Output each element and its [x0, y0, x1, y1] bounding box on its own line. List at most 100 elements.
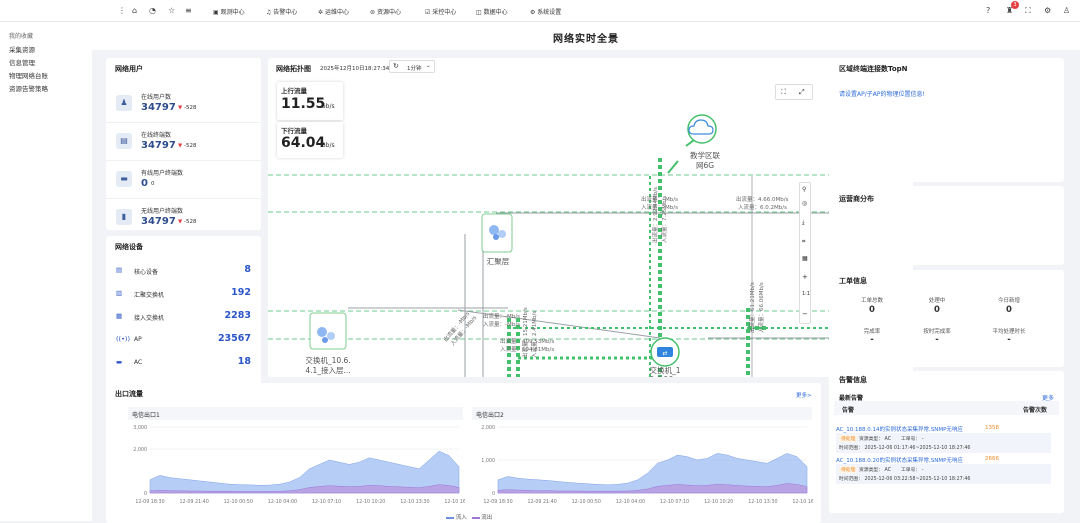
- sidebar-item-collect[interactable]: 采集资源: [9, 46, 92, 54]
- switch-node-1[interactable]: [309, 312, 347, 350]
- help-icon[interactable]: ?: [986, 6, 990, 15]
- alarm-ticket-no: 工单号： -: [901, 468, 924, 473]
- zoom-level: 1:1: [802, 291, 811, 297]
- sidebar-title: 我的收藏: [9, 33, 34, 40]
- nav-item-1[interactable]: ♫ 告警中心: [266, 7, 297, 16]
- svg-text:入流量：2.41Mb/s: 入流量：2.41Mb/s: [530, 311, 538, 358]
- more-vertical-icon[interactable]: ⋮: [118, 6, 126, 15]
- alarm-time-range: 时间范围： 2025-12-06 03:22:58~2025-12-10 18:…: [839, 477, 971, 482]
- search-icon[interactable]: ⚲: [802, 186, 806, 193]
- fullscreen-icon[interactable]: ⛶: [1025, 6, 1031, 16]
- device-row[interactable]: ▥ 汇聚交换机 192: [106, 282, 261, 304]
- nav-item-5[interactable]: ◫ 数据中心: [476, 7, 508, 16]
- alarm-text[interactable]: AC_10.188.0.20的实例状态采集异常,SNMP无响应: [836, 456, 963, 464]
- page-title: 网络实时全景: [553, 34, 619, 45]
- x-tick-label: 12-10 00:50: [572, 499, 601, 505]
- uplink-traffic-box: 上行流量 11.55 Gb/s: [277, 82, 343, 120]
- downlink-label: 下行流量: [281, 127, 307, 135]
- alarm-item[interactable]: AC_10.188.0.20的实例状态采集异常,SNMP无响应 2666 待处理…: [834, 456, 1054, 486]
- main-content: 网络实时全景 网络用户 ♟ 在线用户数 34797 ▼ -528 ▤ 在线终端数…: [92, 22, 1080, 523]
- ac-icon: ▬: [116, 358, 123, 366]
- nav-item-6[interactable]: ⚙ 系统设置: [530, 7, 561, 16]
- nav-item-0[interactable]: ▣ 观测中心: [213, 7, 245, 16]
- workorder-stat-label: 平均处理时长: [992, 329, 1026, 335]
- x-tick-label: 12-09 18:30: [483, 499, 512, 505]
- switch-node-2[interactable]: ⇄: [650, 337, 680, 367]
- nav-item-3[interactable]: ⊜ 资源中心: [370, 7, 401, 16]
- device-row[interactable]: ▬ AC 18: [106, 351, 261, 373]
- sidebar-item-info[interactable]: 信息管理: [9, 59, 92, 67]
- device-label: AP: [134, 336, 142, 343]
- x-tick-label: 12-10 04:00: [616, 499, 645, 505]
- user-stat-value: 0: [141, 178, 148, 189]
- x-tick-label: 12-10 00:50: [224, 499, 253, 505]
- wireless-icon: ▮: [116, 209, 132, 225]
- nav-item-label: 告警中心: [273, 9, 298, 16]
- nav-item-label: 资源中心: [376, 9, 401, 16]
- layout-icon[interactable]: ⌗: [802, 238, 805, 246]
- grid-icon[interactable]: ▦: [802, 255, 808, 262]
- user-stat-label: 在线终端数: [141, 132, 172, 139]
- egress-more-link[interactable]: 更多>: [796, 391, 812, 399]
- area-topn-tip[interactable]: 请设置AP/子AP的物理位置信息!: [839, 89, 925, 98]
- nav-item-label: 数据中心: [483, 9, 508, 16]
- svg-text:出流量：61.21Mb/s: 出流量：61.21Mb/s: [748, 282, 756, 333]
- download-icon[interactable]: ⤓: [802, 219, 805, 227]
- user-stat-delta: 0: [151, 181, 155, 187]
- user-stat-label: 有线用户终端数: [141, 170, 184, 177]
- database-icon: ⊜: [370, 9, 377, 16]
- sidebar-item-alarm-policy[interactable]: 资源告警策略: [9, 85, 92, 93]
- access-switch-icon: ▦: [116, 312, 123, 320]
- nav-item-label: 运维中心: [324, 9, 349, 16]
- cloud-node[interactable]: [687, 114, 717, 144]
- nav-item-4[interactable]: ☑ 采控中心: [425, 7, 456, 16]
- user-stat-value: 34797: [141, 102, 176, 113]
- nav-item-2[interactable]: ✲ 运维中心: [318, 7, 349, 16]
- egress-title: 出口流量: [115, 390, 143, 398]
- chart1-header: 电信出口1: [128, 407, 463, 420]
- top-navbar: ⋮ ⌂ ◔ ☆ ≡ ▣ 观测中心 ♫ 告警中心 ✲ 运维中心 ⊜ 资源中心 ☑ 采控中心…: [0, 0, 1080, 22]
- user-settings-icon[interactable]: ⚙: [1044, 6, 1051, 15]
- device-row[interactable]: ((•)) AP 23567: [106, 328, 261, 350]
- legend-out-swatch: [471, 516, 480, 519]
- zoom-in-icon[interactable]: +: [802, 273, 808, 281]
- x-tick-label: 12-10 07:10: [660, 499, 689, 505]
- user-stat-delta: ▼ -528: [178, 105, 197, 111]
- workorder-stat-value: 0: [934, 305, 940, 315]
- alarm-text[interactable]: AC_10.188.0.14的实例状态采集异常,SNMP无响应: [836, 425, 963, 433]
- data-icon: ◫: [476, 9, 484, 16]
- user-icon[interactable]: ♙: [1063, 6, 1070, 15]
- egress-legend: 流入 流出: [446, 513, 492, 521]
- workorder-stat-label: 完成率: [863, 329, 881, 335]
- sidebar-item-ledger[interactable]: 物理网络台账: [9, 72, 92, 80]
- expand-icon[interactable]: ⤢: [799, 88, 805, 97]
- zoom-out-icon[interactable]: −: [802, 310, 808, 318]
- device-row[interactable]: ▤ 核心设备 8: [106, 259, 261, 281]
- series-area-流入: [149, 450, 460, 494]
- x-tick-label: 12-10 10:20: [356, 499, 385, 505]
- device-count: 18: [237, 356, 251, 367]
- fit-icon[interactable]: ⛶: [781, 88, 786, 97]
- menu-icon[interactable]: ≡: [185, 6, 192, 15]
- star-icon[interactable]: ☆: [168, 6, 175, 15]
- device-row[interactable]: ▦ 接入交换机 2283: [106, 305, 261, 327]
- workorder-stat: 完成率 -: [844, 327, 900, 345]
- user-stat-row: ▬ 有线用户终端数 0 0: [106, 161, 261, 199]
- workorder-stat-label: 今日新增: [997, 298, 1020, 304]
- device-count: 192: [231, 287, 251, 298]
- aggregation-node[interactable]: [481, 213, 513, 253]
- nav-item-label: 采控中心: [432, 9, 457, 16]
- y-tick-label: 2,000: [481, 425, 495, 431]
- nav-item-label: 观测中心: [220, 9, 245, 16]
- x-tick-label: 12-10 04:00: [268, 499, 297, 505]
- home-icon[interactable]: ⌂: [132, 6, 137, 15]
- target-icon[interactable]: ◎: [802, 200, 807, 207]
- legend-in-label: 流入: [455, 515, 467, 521]
- network-users-card: 网络用户 ♟ 在线用户数 34797 ▼ -528 ▤ 在线终端数 34797 …: [106, 58, 261, 230]
- alarm-col-2: 告警次数: [1023, 407, 1048, 414]
- chart1-title: 电信出口1: [132, 412, 160, 419]
- dashboard-icon[interactable]: ◔: [149, 6, 156, 15]
- alarm-item[interactable]: AC_10.188.0.14的实例状态采集异常,SNMP无响应 1358 待处理…: [834, 425, 1054, 455]
- chart2-title: 电信出口2: [476, 412, 504, 419]
- aggregation-switch-icon: ▥: [116, 289, 123, 297]
